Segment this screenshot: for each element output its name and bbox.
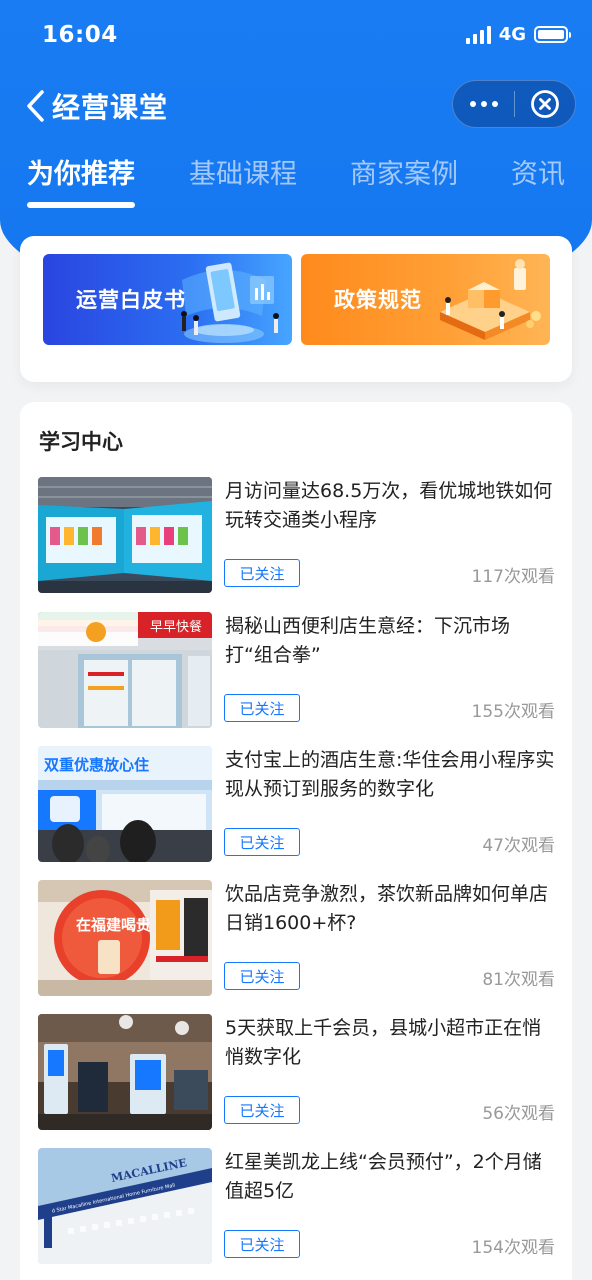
- follow-button[interactable]: 已关注: [224, 694, 300, 722]
- close-button[interactable]: [515, 81, 575, 127]
- follow-button[interactable]: 已关注: [224, 1096, 300, 1124]
- view-count: 56次观看: [482, 1104, 555, 1124]
- view-count: 47次观看: [482, 836, 555, 856]
- follow-button[interactable]: 已关注: [224, 1230, 300, 1258]
- hotel-sign-text: 双重优惠放心住: [44, 756, 149, 774]
- article-title: 支付宝上的酒店生意:华住会用小程序实现从预订到服务的数字化: [225, 749, 555, 800]
- article-title: 红星美凯龙上线“会员预付”，2个月储值超5亿: [225, 1151, 542, 1202]
- follow-button[interactable]: 已关注: [224, 559, 300, 587]
- list-item[interactable]: 5天获取上千会员，县城小超市正在悄悄数字化 已关注 56次观看: [38, 1014, 558, 1130]
- follow-button[interactable]: 已关注: [224, 962, 300, 990]
- view-count: 81次观看: [482, 970, 555, 990]
- nav-bar: 经营课堂: [0, 80, 592, 130]
- status-time: 16:04: [42, 22, 118, 48]
- banner-card: 运营白皮书 政策规范: [20, 236, 572, 382]
- list-item[interactable]: 在福建喝贵见 饮品店竞争激烈，茶饮新品牌如何单店日销1600+杯? 已关注 81…: [38, 880, 558, 996]
- list-item[interactable]: MACALLINE Red Star Macalline Internation…: [38, 1148, 558, 1264]
- more-dots-icon: [469, 101, 476, 107]
- back-button[interactable]: 经营课堂: [24, 86, 168, 126]
- policy-banner[interactable]: 政策规范: [301, 254, 550, 345]
- tab-news[interactable]: 资讯: [511, 152, 565, 191]
- article-thumbnail: 早早快餐: [38, 612, 212, 728]
- learning-center-card: 学习中心 月访问量达68.5万次，看优城地铁如何玩转交通类小程序 已关注 117…: [20, 402, 572, 1280]
- article-thumbnail: [38, 477, 212, 593]
- mini-program-capsule: [452, 80, 576, 128]
- tab-recommend[interactable]: 为你推荐: [27, 152, 135, 191]
- article-thumbnail: [38, 1014, 212, 1130]
- page-title: 经营课堂: [52, 91, 169, 124]
- chevron-left-icon: [27, 90, 44, 122]
- network-label: 4G: [498, 24, 526, 45]
- status-indicators: 4G: [465, 24, 571, 45]
- section-title: 学习中心: [39, 430, 123, 454]
- article-thumbnail: 双重优惠放心住: [38, 746, 212, 862]
- active-tab-indicator: [27, 202, 135, 208]
- article-title: 饮品店竞争激烈，茶饮新品牌如何单店日销1600+杯?: [225, 883, 549, 934]
- store-sign-text: 早早快餐: [150, 619, 202, 635]
- article-thumbnail: MACALLINE Red Star Macalline Internation…: [38, 1148, 212, 1264]
- operations-whitepaper-banner[interactable]: 运营白皮书: [43, 254, 292, 345]
- article-thumbnail: 在福建喝贵见: [38, 880, 212, 996]
- article-title: 月访问量达68.5万次，看优城地铁如何玩转交通类小程序: [225, 480, 553, 531]
- banner-label: 政策规范: [334, 288, 422, 312]
- article-title: 5天获取上千会员，县城小超市正在悄悄数字化: [225, 1017, 542, 1068]
- close-circle-icon: [531, 90, 559, 118]
- building-illustration-icon: [440, 259, 541, 340]
- more-button[interactable]: [453, 81, 514, 127]
- list-item[interactable]: 月访问量达68.5万次，看优城地铁如何玩转交通类小程序 已关注 117次观看: [38, 477, 558, 593]
- follow-button[interactable]: 已关注: [224, 828, 300, 856]
- list-item[interactable]: 早早快餐 揭秘山西便利店生意经：下沉市场打“组合拳” 已关注 155次观看: [38, 612, 558, 728]
- view-count: 117次观看: [471, 567, 555, 587]
- tab-basic-courses[interactable]: 基础课程: [189, 152, 297, 191]
- tab-merchant-cases[interactable]: 商家案例: [350, 152, 458, 191]
- list-item[interactable]: 双重优惠放心住 支付宝上的酒店生意:华住会用小程序实现从预订到服务的数字化 已关…: [38, 746, 558, 862]
- view-count: 155次观看: [471, 702, 555, 722]
- view-count: 154次观看: [471, 1238, 555, 1258]
- signal-icon: [465, 25, 491, 44]
- category-tabs: 为你推荐 基础课程 商家案例 资讯: [0, 152, 592, 212]
- battery-icon: [534, 26, 571, 43]
- status-bar: 16:04 4G: [0, 0, 592, 72]
- article-title: 揭秘山西便利店生意经：下沉市场打“组合拳”: [225, 615, 511, 666]
- banner-label: 运营白皮书: [76, 288, 186, 312]
